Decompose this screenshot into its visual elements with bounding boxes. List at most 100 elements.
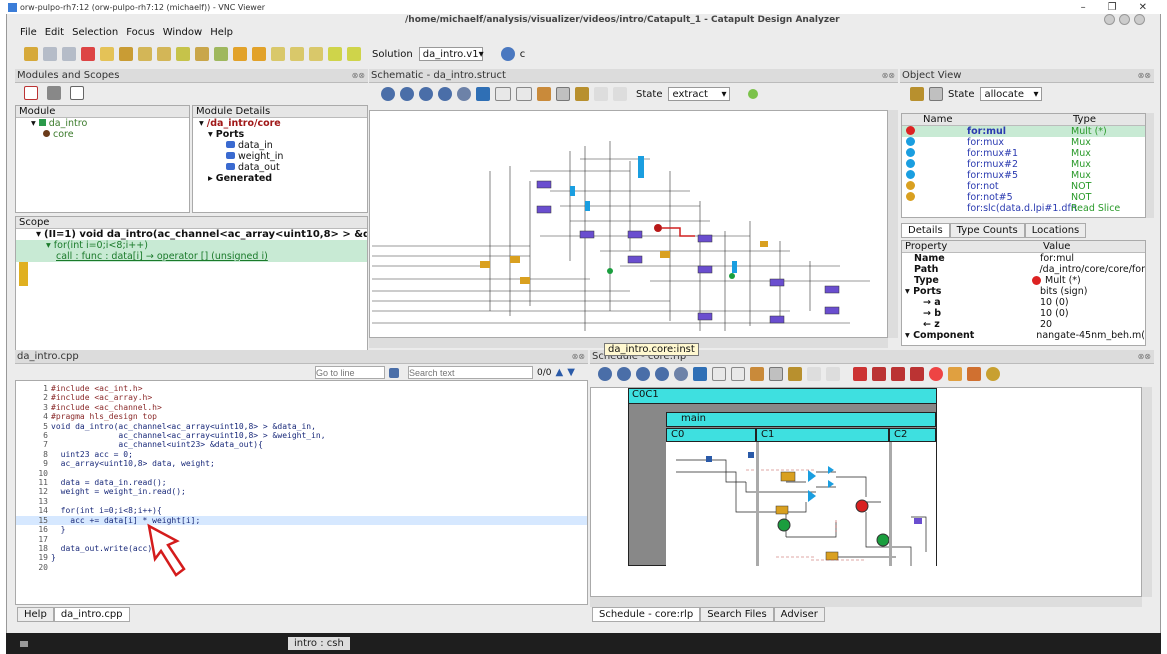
expand-icon[interactable] xyxy=(271,47,285,61)
module-tree-item[interactable]: core xyxy=(16,129,189,140)
code-line[interactable]: 13 xyxy=(16,497,587,506)
module-detail-item[interactable]: data_out xyxy=(193,162,367,173)
search-text-input[interactable] xyxy=(408,366,533,379)
code-line[interactable]: 15 acc += data[i] * weight[i]; xyxy=(16,515,587,526)
show-nets-icon[interactable] xyxy=(516,87,532,101)
menu-window[interactable]: Window xyxy=(163,27,202,38)
menu-focus[interactable]: Focus xyxy=(126,27,155,38)
zoom-fit-icon[interactable] xyxy=(419,87,433,101)
tool-icon[interactable] xyxy=(910,87,924,101)
code-line[interactable]: 7 ac_channel<uint23> &data_out){ xyxy=(16,440,587,449)
tool-icon[interactable] xyxy=(119,47,133,61)
code-line[interactable]: 10 xyxy=(16,469,587,478)
hierarchy-icon[interactable] xyxy=(47,86,61,100)
forward-arrow-icon[interactable] xyxy=(62,47,76,61)
merge-icon[interactable] xyxy=(872,367,886,381)
schematic-state-select[interactable]: extract ▾ xyxy=(668,87,731,101)
zoom-fit-icon[interactable] xyxy=(636,367,650,381)
code-line[interactable]: 5 void da_intro(ac_channel<ac_array<uint1… xyxy=(16,422,587,431)
module-detail-item[interactable]: weight_in xyxy=(193,151,367,162)
split-icon[interactable] xyxy=(891,367,905,381)
panel-controls-icon[interactable]: ⊗⊗ xyxy=(1138,352,1151,361)
zoom-select-icon[interactable] xyxy=(438,87,452,101)
zoom-out-icon[interactable] xyxy=(617,367,631,381)
code-line[interactable]: 6 ac_channel<ac_array<uint10,8> > &weigh… xyxy=(16,431,587,440)
tree-toggle-icon[interactable]: ▾ xyxy=(31,118,36,129)
filter-tool-icon[interactable] xyxy=(788,367,802,381)
tree-toggle-icon[interactable]: ▾ xyxy=(208,129,213,140)
tab-type-counts[interactable]: Type Counts xyxy=(949,223,1025,238)
list-icon[interactable] xyxy=(750,367,764,381)
code-line[interactable]: 19} xyxy=(16,553,587,562)
menu-file[interactable]: File xyxy=(20,27,37,38)
up-arrow-icon[interactable] xyxy=(807,367,821,381)
schematic-vscroll[interactable] xyxy=(888,110,898,338)
filter-icon[interactable] xyxy=(233,47,247,61)
menu-edit[interactable]: Edit xyxy=(45,27,64,38)
window-min-icon[interactable] xyxy=(1104,14,1115,25)
tab-locations[interactable]: Locations xyxy=(1024,223,1087,238)
tab-da-intro-cpp[interactable]: da_intro.cpp xyxy=(53,607,130,622)
code-line[interactable]: 3 #include <ac_channel.h> xyxy=(16,403,587,412)
module-detail-item[interactable]: ▾ Ports xyxy=(193,129,367,140)
unchain-icon[interactable] xyxy=(910,367,924,381)
stop-icon[interactable] xyxy=(929,367,943,381)
tree-toggle-icon[interactable]: ▸ xyxy=(208,173,213,184)
down-arrow-icon[interactable] xyxy=(826,367,840,381)
code-line[interactable]: 4 #pragma hls_design top xyxy=(16,412,587,421)
zoom-in-icon[interactable] xyxy=(381,87,395,101)
object-row[interactable]: for:mul Mult (*) xyxy=(902,126,1145,137)
pointer-icon[interactable] xyxy=(948,367,962,381)
filter-tool-icon[interactable] xyxy=(575,87,589,101)
panel-controls-icon[interactable]: ⊗⊗ xyxy=(572,352,585,361)
panel-controls-icon[interactable]: ⊗⊗ xyxy=(352,71,365,80)
back-arrow-icon[interactable] xyxy=(43,47,57,61)
close-x-icon[interactable] xyxy=(24,86,38,100)
code-area[interactable]: 1 #include <ac_int.h> 2 #include <ac_array.… xyxy=(15,380,588,605)
object-row[interactable]: for:mux#5 Mux xyxy=(902,170,1145,181)
module-detail-item[interactable]: ▾/da_intro/core xyxy=(193,118,367,129)
tree-toggle-icon[interactable]: ▾ xyxy=(199,118,204,129)
object-row[interactable]: for:slc(data.d.lpi#1.dfn Read Slice xyxy=(902,203,1145,214)
object-state-select[interactable]: allocate ▾ xyxy=(980,87,1043,101)
scope-item[interactable]: call : func : data[i] → operator [] (uns… xyxy=(16,251,367,262)
solution-select[interactable]: da_intro.v1 ▾ xyxy=(418,47,484,61)
left-arrow-icon[interactable] xyxy=(328,47,342,61)
prev-match-icon[interactable]: ▲ xyxy=(555,367,563,378)
zoom-out-icon[interactable] xyxy=(400,87,414,101)
filter-icon[interactable] xyxy=(70,86,84,100)
object-row[interactable]: for:mux Mux xyxy=(902,137,1145,148)
status-text[interactable]: intro : csh xyxy=(288,637,350,650)
doc-green-icon[interactable] xyxy=(176,47,190,61)
delete-icon[interactable] xyxy=(81,47,95,61)
code-line[interactable]: 2 #include <ac_array.h> xyxy=(16,393,587,402)
collapse-icon[interactable] xyxy=(290,47,304,61)
expand2-icon[interactable] xyxy=(309,47,323,61)
edit-doc-icon[interactable] xyxy=(100,47,114,61)
show-nets-icon[interactable] xyxy=(731,367,745,381)
code-line[interactable]: 12 weight = weight_in.read(); xyxy=(16,487,587,496)
timer-icon[interactable] xyxy=(986,367,1000,381)
scope-item[interactable]: ▾ (II=1) void da_intro(ac_channel<ac_arra… xyxy=(16,229,367,240)
object-row[interactable]: for:mux#1 Mux xyxy=(902,148,1145,159)
hierarchy-icon[interactable] xyxy=(138,47,152,61)
chain-icon[interactable] xyxy=(853,367,867,381)
tab-help[interactable]: Help xyxy=(17,607,54,622)
module-detail-item[interactable]: ▸ Generated xyxy=(193,173,367,184)
up-arrow-icon[interactable] xyxy=(594,87,608,101)
panel-controls-icon[interactable]: ⊗⊗ xyxy=(1138,71,1151,80)
pan-icon[interactable] xyxy=(674,367,688,381)
code-line[interactable]: 20 xyxy=(16,563,587,572)
list-icon[interactable] xyxy=(537,87,551,101)
tab-schedule[interactable]: Schedule - core:rlp xyxy=(592,607,701,622)
tab-details[interactable]: Details xyxy=(901,223,950,238)
zoom-select-icon[interactable] xyxy=(655,367,669,381)
menu-help[interactable]: Help xyxy=(210,27,233,38)
object-vscroll[interactable] xyxy=(1146,113,1154,218)
minimize-button[interactable]: – xyxy=(1081,2,1086,13)
code-line[interactable]: 11 data = data_in.read(); xyxy=(16,478,587,487)
show-label-icon[interactable] xyxy=(495,87,511,101)
schedule-hscroll[interactable] xyxy=(590,597,1142,607)
module-tree-item[interactable]: ▾ da_intro xyxy=(16,118,189,129)
object-row[interactable]: for:not#5 NOT xyxy=(902,192,1145,203)
